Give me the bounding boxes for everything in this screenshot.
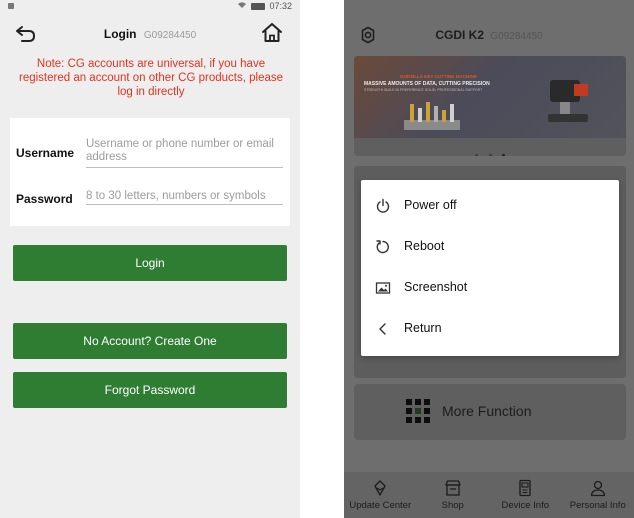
status-bar: 07:32 [0,0,300,14]
banner-image: GODZILLA KEY CUTTING MACHINE MASSIVE AMO… [354,56,626,138]
device-title: CGDI K2 G09284450 [344,28,634,42]
chevron-left-icon [379,323,386,335]
login-form: Username Password [10,118,290,226]
status-time: 07:32 [269,1,292,11]
person-icon [590,480,605,497]
key-tools-illustration [404,102,460,130]
menu-item-power-off[interactable]: Power off [361,185,619,226]
login-header: Login G09284450 [0,16,300,52]
power-icon [376,198,390,213]
password-field[interactable] [86,190,283,205]
wifi-icon [237,1,247,11]
device-title-text: CGDI K2 [435,28,485,42]
status-right: 07:32 [237,1,292,11]
menu-item-screenshot[interactable]: Screenshot [361,267,619,308]
nav-update-center[interactable]: Update Center [344,472,417,518]
reboot-icon [376,240,389,254]
pager-dot[interactable] [488,154,492,156]
device-title-serial: G09284450 [490,31,543,42]
banner-heading: GODZILLA KEY CUTTING MACHINE [400,74,477,79]
page-title-text: Login [103,27,137,41]
pager-dot[interactable] [475,154,479,156]
promo-banner[interactable]: GODZILLA KEY CUTTING MACHINE MASSIVE AMO… [354,56,626,156]
device-serial: G09284450 [143,30,197,41]
battery-icon [251,2,266,10]
login-button[interactable]: Login [13,245,287,281]
update-icon [374,480,386,496]
key-machine-illustration [548,80,588,122]
screenshot-icon [375,282,391,294]
device-icon [519,479,531,497]
device-header: CGDI K2 G09284450 [344,18,634,52]
more-function-label: More Function [442,403,532,419]
nav-shop-label: Shop [441,500,464,511]
menu-item-reboot[interactable]: Reboot [361,226,619,267]
forgot-password-button[interactable]: Forgot Password [13,372,287,408]
banner-tagline: MASSIVE AMOUNTS OF DATA, CUTTING PRECISI… [364,81,490,87]
grid-icon [406,399,430,423]
username-label: Username [16,146,75,160]
power-popup-menu: Power off Reboot Screenshot Return [361,180,619,356]
home-icon [262,23,282,42]
create-account-button[interactable]: No Account? Create One [13,323,287,359]
menu-item-label: Return [404,321,442,335]
notification-icon [8,3,14,9]
banner-pager [354,144,626,156]
account-note: Note: CG accounts are universal, if you … [18,58,284,98]
page-title: Login G09284450 [0,27,300,41]
login-screen: 07:32 Login G09284450 Note: CG accounts … [0,0,300,518]
menu-item-label: Reboot [404,239,445,253]
password-row: Password [10,190,290,210]
nav-shop[interactable]: Shop [417,472,490,518]
menu-item-label: Screenshot [404,280,468,294]
home-button[interactable] [260,21,284,45]
more-function-button[interactable]: More Function [354,384,626,440]
menu-item-return[interactable]: Return [361,308,619,349]
menu-item-label: Power off [404,198,457,212]
pager-dot-active[interactable] [501,154,505,156]
nav-device-info[interactable]: Device Info [489,472,562,518]
nav-personal-info-label: Personal Info [569,500,626,511]
password-label: Password [16,192,73,206]
nav-update-center-label: Update Center [349,500,412,511]
banner-subline: STRENGTH BUILD IN PREFERENCE SOLID, PROF… [364,88,483,92]
shop-icon [445,480,461,496]
username-field[interactable] [86,138,283,168]
nav-personal-info[interactable]: Personal Info [562,472,634,518]
nav-device-info-label: Device Info [501,500,550,511]
username-row: Username [10,138,290,172]
bottom-nav: Update Center Shop Device Info Personal … [344,472,634,518]
screenshot-stage: 07:32 Login G09284450 Note: CG accounts … [0,0,634,518]
device-home-screen: CGDI K2 G09284450 GODZILLA KEY CUTTING M… [344,0,634,518]
